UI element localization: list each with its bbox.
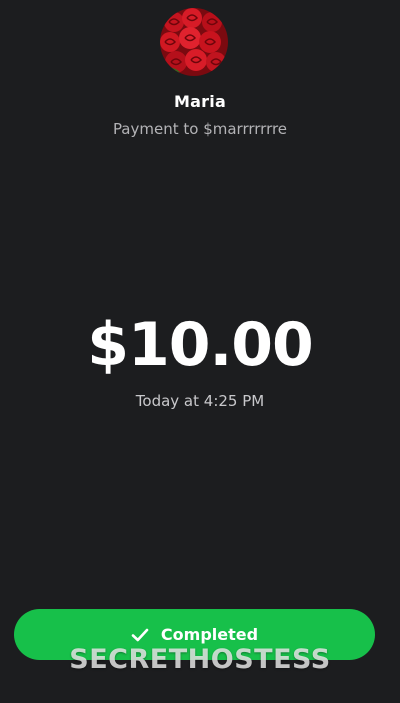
recipient-name: Maria — [174, 92, 226, 111]
recipient-avatar — [160, 8, 228, 76]
payment-timestamp: Today at 4:25 PM — [135, 392, 265, 410]
check-icon — [131, 628, 149, 642]
completed-status-button[interactable]: Completed — [14, 609, 375, 660]
payment-amount: $10.00 — [87, 310, 314, 380]
payment-receipt-screen: Maria Payment to $marrrrrrre $10.00 Toda… — [0, 0, 400, 703]
payment-to-label: Payment to $marrrrrrre — [112, 120, 288, 138]
rose-bouquet-icon — [160, 8, 228, 76]
status-label: Completed — [160, 625, 259, 644]
